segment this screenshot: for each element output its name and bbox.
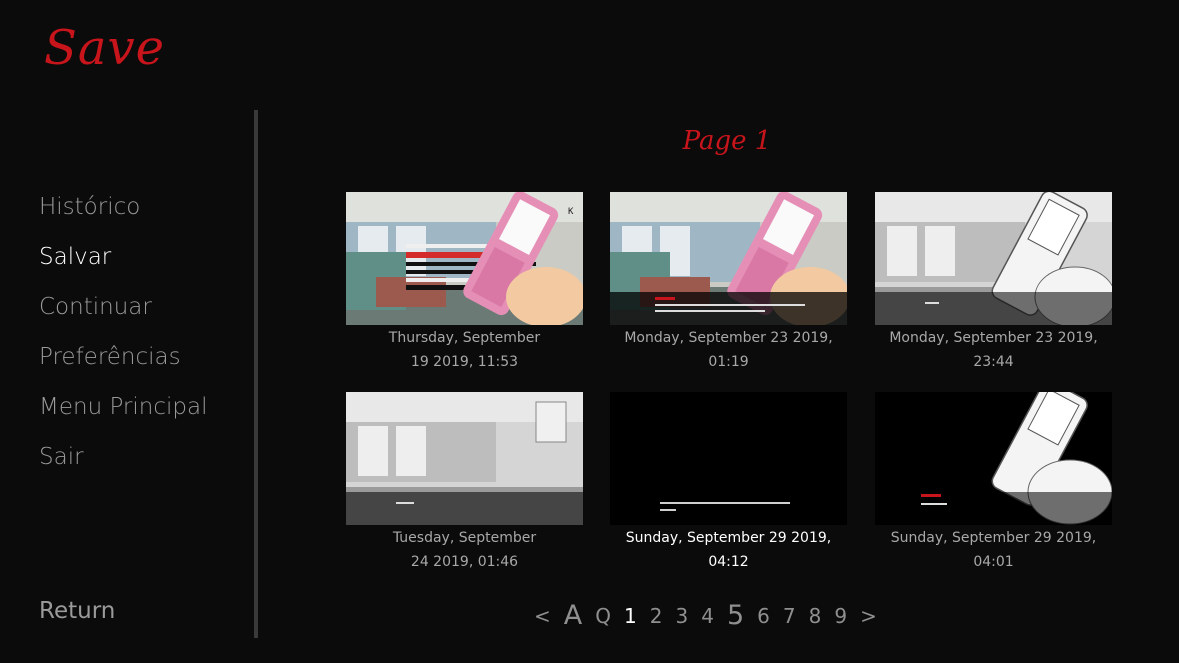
svg-text:K: K	[568, 207, 574, 217]
slot-date: Sunday, September 29 2019, 04:12	[625, 530, 832, 570]
hospital-dialog-image	[610, 192, 847, 325]
page-navigation: < A Q 1 2 3 4 5 6 7 8 9 >	[534, 595, 890, 631]
return-button[interactable]: Return	[39, 598, 115, 624]
slot-date: Thursday, September 19 2019, 11:53	[388, 330, 541, 370]
page-button-4[interactable]: 4	[701, 601, 714, 631]
side-menu: Histórico Salvar Continuar Preferências …	[39, 190, 207, 490]
auto-saves-page-button[interactable]: A	[564, 601, 582, 631]
slot-date: Monday, September 23 2019, 23:44	[889, 330, 1098, 370]
quick-saves-page-button[interactable]: Q	[595, 601, 611, 631]
slot-date: Monday, September 23 2019, 01:19	[624, 330, 833, 370]
screen-title: Save	[44, 20, 166, 76]
hospital-room-image: K	[346, 192, 583, 325]
slot-thumbnail	[346, 392, 583, 525]
save-slot-3[interactable]: Monday, September 23 2019, 23:44	[875, 192, 1112, 374]
slot-thumbnail	[875, 192, 1112, 325]
save-slot-4[interactable]: Tuesday, September 24 2019, 01:46	[346, 392, 583, 574]
menu-item-salvar[interactable]: Salvar	[39, 240, 207, 290]
slot-thumbnail	[610, 392, 847, 525]
next-page-button[interactable]: >	[860, 601, 877, 631]
black-dialog-image	[610, 392, 847, 525]
page-button-8[interactable]: 8	[809, 601, 822, 631]
menu-item-preferencias[interactable]: Preferências	[39, 340, 207, 390]
save-slot-2[interactable]: Monday, September 23 2019, 01:19	[610, 192, 847, 374]
menu-item-sair[interactable]: Sair	[39, 440, 207, 490]
save-slot-1[interactable]: K Thursday, September 19 2019, 11:53	[346, 192, 583, 374]
save-slot-5[interactable]: Sunday, September 29 2019, 04:12	[610, 392, 847, 574]
hospital-gray-plain-image	[346, 392, 583, 525]
page-button-1[interactable]: 1	[624, 601, 637, 631]
page-title: Page 1	[682, 126, 772, 156]
prev-page-button[interactable]: <	[534, 601, 551, 631]
hospital-gray-image	[875, 192, 1112, 325]
slot-thumbnail	[610, 192, 847, 325]
page-button-9[interactable]: 9	[834, 601, 847, 631]
page-button-2[interactable]: 2	[650, 601, 663, 631]
menu-item-menu-principal[interactable]: Menu Principal	[39, 390, 207, 440]
slot-date: Sunday, September 29 2019, 04:01	[890, 530, 1097, 570]
black-phone-image	[875, 392, 1112, 525]
slot-thumbnail: K	[346, 192, 583, 325]
slot-thumbnail	[875, 392, 1112, 525]
page-button-7[interactable]: 7	[783, 601, 796, 631]
page-button-3[interactable]: 3	[675, 601, 688, 631]
page-button-5[interactable]: 5	[727, 601, 744, 631]
slot-date: Tuesday, September 24 2019, 01:46	[392, 530, 537, 570]
save-slot-6[interactable]: Sunday, September 29 2019, 04:01	[875, 392, 1112, 574]
menu-divider	[254, 110, 258, 638]
menu-item-historico[interactable]: Histórico	[39, 190, 207, 240]
menu-item-continuar[interactable]: Continuar	[39, 290, 207, 340]
page-button-6[interactable]: 6	[757, 601, 770, 631]
